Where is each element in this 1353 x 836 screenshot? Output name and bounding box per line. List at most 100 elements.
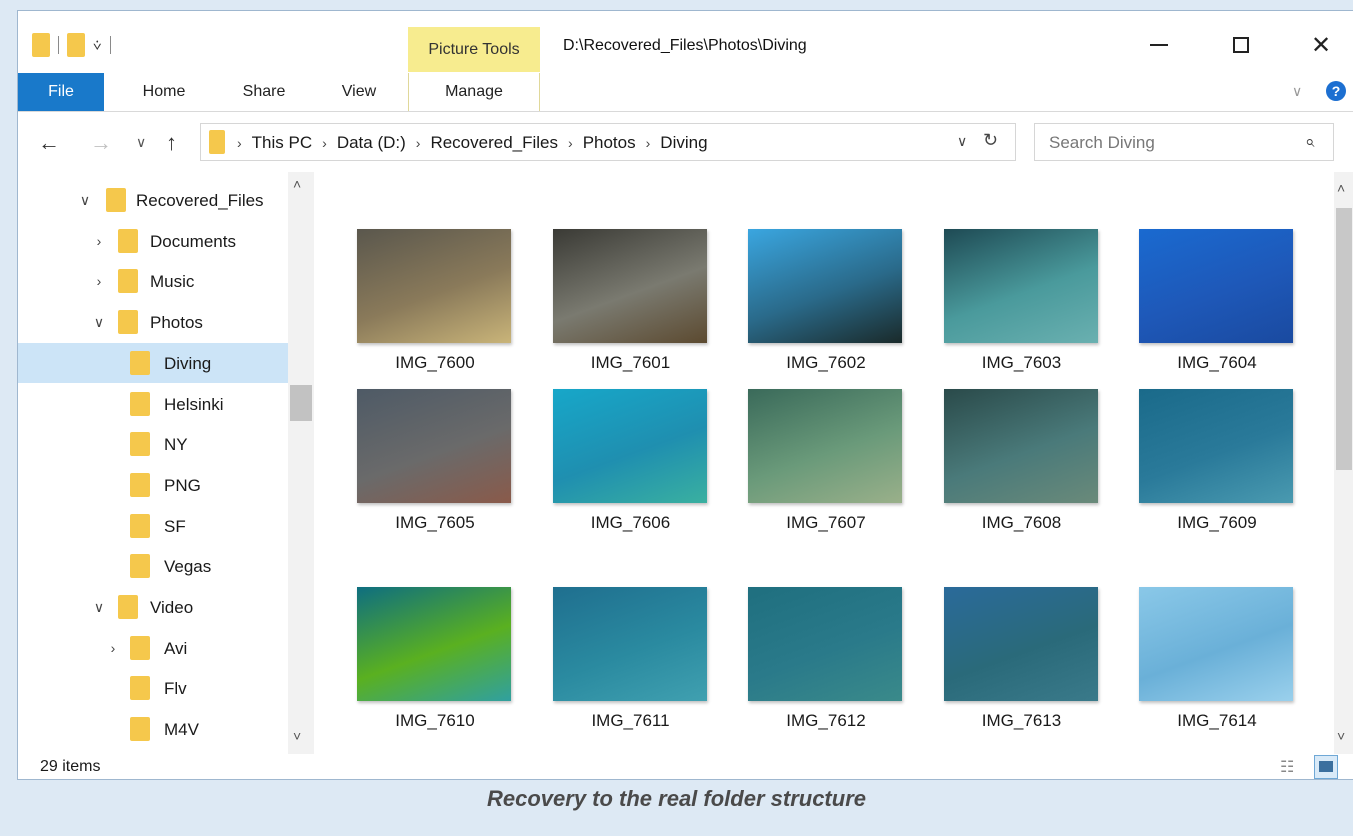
tree-item-m4v[interactable]: M4V xyxy=(18,709,288,749)
photo-thumbnail[interactable] xyxy=(943,229,1098,343)
photo-thumbnail[interactable] xyxy=(943,587,1098,701)
breadcrumb-data-drive[interactable]: Data (D:) xyxy=(337,133,406,153)
help-icon[interactable]: ? xyxy=(1326,81,1346,101)
back-arrow-icon[interactable]: ← xyxy=(38,130,60,156)
breadcrumb-recovered-files[interactable]: Recovered_Files xyxy=(430,133,558,153)
file-tile-img-7604[interactable]: IMG_7604 xyxy=(1119,229,1315,379)
chevron-right-icon[interactable]: › xyxy=(568,133,573,153)
file-tile-img-7613[interactable]: IMG_7613 xyxy=(924,587,1120,737)
tree-item-recovered-files[interactable]: ∨ Recovered_Files xyxy=(18,180,288,220)
breadcrumb: › This PC › Data (D:) › Recovered_Files … xyxy=(237,133,708,153)
file-tile-img-7610[interactable]: IMG_7610 xyxy=(337,587,533,737)
tree-item-png[interactable]: PNG xyxy=(18,465,288,505)
search-input[interactable]: Search Diving xyxy=(1049,133,1155,153)
tree-item-flv[interactable]: Flv xyxy=(18,668,288,708)
search-icon[interactable]: ⌕ xyxy=(1305,132,1315,152)
search-box[interactable]: Search Diving ⌕ xyxy=(1034,123,1334,161)
file-tile-img-7602[interactable]: IMG_7602 xyxy=(728,229,924,379)
tree-item-ny[interactable]: NY xyxy=(18,424,288,464)
photo-thumbnail[interactable] xyxy=(552,587,707,701)
breadcrumb-photos[interactable]: Photos xyxy=(583,133,636,153)
chevron-right-icon[interactable]: › xyxy=(92,233,106,249)
chevron-down-icon[interactable]: ∨ xyxy=(92,314,106,331)
scrollbar-thumb[interactable] xyxy=(290,385,312,421)
file-tile-img-7605[interactable]: IMG_7605 xyxy=(337,389,533,539)
chevron-right-icon[interactable]: › xyxy=(237,133,242,153)
scrollbar-thumb[interactable] xyxy=(1336,208,1352,470)
file-tile-img-7601[interactable]: IMG_7601 xyxy=(533,229,729,379)
expand-ribbon-chevron-icon[interactable]: ∨ xyxy=(1292,83,1302,100)
tree-item-helsinki[interactable]: Helsinki xyxy=(18,384,288,424)
recent-locations-chevron-icon[interactable]: ∨ xyxy=(136,134,146,151)
tree-item-avi[interactable]: › Avi xyxy=(18,628,288,668)
scroll-up-icon[interactable]: ˄ xyxy=(1337,180,1345,196)
address-history-chevron-icon[interactable]: ∨ xyxy=(957,133,967,150)
chevron-down-icon[interactable]: ∨ xyxy=(92,599,106,616)
maximize-button[interactable] xyxy=(1218,27,1264,63)
photo-thumbnail[interactable] xyxy=(1139,229,1293,343)
ribbon-tabs: File Home Share View Manage xyxy=(18,73,1353,112)
large-icons-view-icon[interactable] xyxy=(1314,755,1338,779)
tab-share[interactable]: Share xyxy=(224,73,304,111)
tree-item-vegas[interactable]: Vegas xyxy=(18,546,288,586)
file-tile-img-7606[interactable]: IMG_7606 xyxy=(533,389,729,539)
photo-thumbnail[interactable] xyxy=(1139,389,1293,503)
tree-item-music[interactable]: › Music xyxy=(18,261,288,301)
photo-thumbnail[interactable] xyxy=(943,389,1098,503)
photo-thumbnail[interactable] xyxy=(357,389,511,503)
chevron-right-icon[interactable]: › xyxy=(646,133,651,153)
tab-file[interactable]: File xyxy=(18,73,104,111)
up-arrow-icon[interactable]: ↑ xyxy=(166,130,177,156)
tree-item-diving[interactable]: Diving xyxy=(18,342,288,383)
folder-icon xyxy=(130,554,150,579)
breadcrumb-this-pc[interactable]: This PC xyxy=(252,133,312,153)
tree-item-label: NY xyxy=(164,435,188,455)
tree-item-photos[interactable]: ∨ Photos xyxy=(18,302,288,342)
folder-icon[interactable] xyxy=(32,33,50,57)
photo-thumbnail[interactable] xyxy=(748,229,902,343)
file-tile-img-7614[interactable]: IMG_7614 xyxy=(1119,587,1315,737)
chevron-right-icon[interactable]: › xyxy=(322,133,327,153)
tree-item-sf[interactable]: SF xyxy=(18,506,288,546)
file-tile-img-7612[interactable]: IMG_7612 xyxy=(728,587,924,737)
navigation-pane-scrollbar[interactable]: ˄ ˅ xyxy=(288,172,314,754)
customize-toolbar-icon[interactable]: ⩒ xyxy=(93,37,102,54)
photo-thumbnail[interactable] xyxy=(552,229,707,343)
scroll-up-icon[interactable]: ˄ xyxy=(293,176,301,192)
file-tile-img-7609[interactable]: IMG_7609 xyxy=(1119,389,1315,539)
photo-thumbnail[interactable] xyxy=(357,229,511,343)
file-tile-img-7611[interactable]: IMG_7611 xyxy=(533,587,729,737)
file-name: IMG_7608 xyxy=(981,513,1062,532)
chevron-down-icon[interactable]: ∨ xyxy=(78,192,92,209)
chevron-right-icon[interactable]: › xyxy=(416,133,421,153)
photo-thumbnail[interactable] xyxy=(1139,587,1293,701)
file-list-scrollbar[interactable]: ˄ ˅ xyxy=(1334,172,1353,754)
file-tile-img-7600[interactable]: IMG_7600 xyxy=(337,229,533,379)
tab-home[interactable]: Home xyxy=(124,73,204,111)
file-tile-img-7607[interactable]: IMG_7607 xyxy=(728,389,924,539)
file-name: IMG_7605 xyxy=(395,513,475,532)
minimize-button[interactable] xyxy=(1136,27,1182,63)
close-button[interactable]: ✕ xyxy=(1298,27,1344,63)
file-explorer-window: ⩒ Picture Tools D:\Recovered_Files\Photo… xyxy=(17,10,1353,780)
photo-thumbnail[interactable] xyxy=(748,587,902,701)
details-view-icon[interactable]: ☷ xyxy=(1280,757,1300,777)
refresh-icon[interactable]: ↻ xyxy=(983,130,998,151)
chevron-right-icon[interactable]: › xyxy=(106,640,120,656)
forward-arrow-icon[interactable]: → xyxy=(90,130,112,156)
chevron-right-icon[interactable]: › xyxy=(92,273,106,289)
scroll-down-icon[interactable]: ˅ xyxy=(1337,728,1345,744)
file-tile-img-7603[interactable]: IMG_7603 xyxy=(924,229,1120,379)
photo-thumbnail[interactable] xyxy=(552,389,707,503)
tab-view[interactable]: View xyxy=(324,73,394,111)
scroll-down-icon[interactable]: ˅ xyxy=(293,728,301,744)
tree-item-video[interactable]: ∨ Video xyxy=(18,587,288,627)
photo-thumbnail[interactable] xyxy=(748,389,902,503)
tree-item-documents[interactable]: › Documents xyxy=(18,221,288,261)
tab-manage[interactable]: Manage xyxy=(408,73,540,111)
file-tile-img-7608[interactable]: IMG_7608 xyxy=(924,389,1120,539)
breadcrumb-diving[interactable]: Diving xyxy=(660,133,707,153)
new-folder-icon[interactable] xyxy=(67,33,85,57)
address-bar[interactable]: › This PC › Data (D:) › Recovered_Files … xyxy=(200,123,1016,161)
photo-thumbnail[interactable] xyxy=(357,587,511,701)
